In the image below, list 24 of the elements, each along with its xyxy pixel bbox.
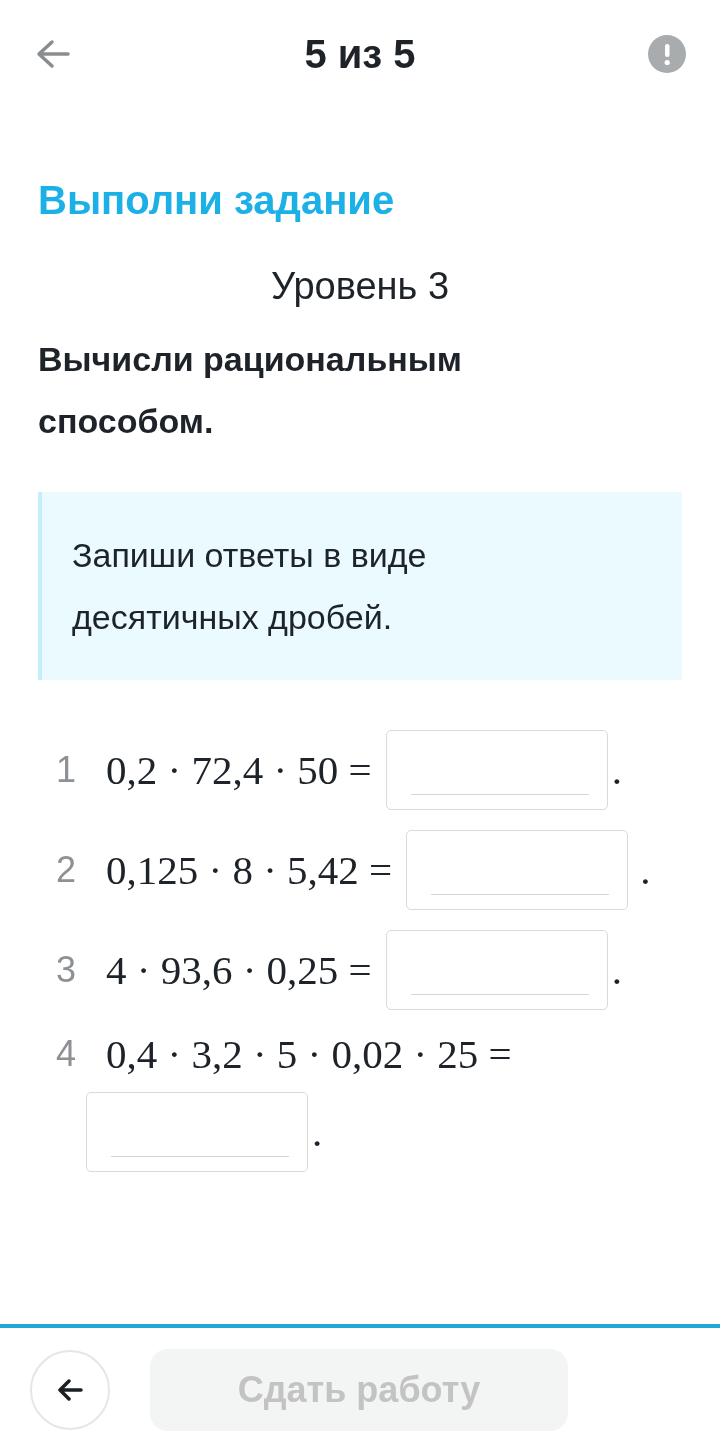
task-instruction: Вычисли рациональным способом.: [38, 339, 463, 442]
answer-box[interactable]: [86, 1092, 308, 1172]
arrow-left-icon: [36, 39, 70, 69]
problem-number: 2: [56, 849, 78, 891]
period-mark: .: [611, 946, 622, 994]
math-expression: 0,125 · 8 · 5,42 =: [106, 846, 393, 894]
answer-box[interactable]: [385, 730, 608, 810]
math-expression: 4 · 93,6 · 0,25 =: [106, 946, 372, 994]
page-title: 5 из 5: [304, 31, 416, 77]
problem-number: 3: [56, 949, 78, 991]
task-heading: Выполни задание: [38, 178, 396, 223]
period-mark: .: [611, 746, 622, 794]
period-mark: .: [640, 846, 651, 894]
arrow-left-icon: [57, 1379, 83, 1401]
problem-number: 4: [56, 1033, 78, 1075]
hint-text: Запиши ответы в виде десятичных дробей.: [72, 535, 428, 638]
math-expression: 0,2 · 72,4 · 50 =: [106, 746, 372, 794]
answer-box[interactable]: [385, 930, 608, 1010]
exclamation-icon[interactable]: [648, 35, 686, 73]
level-label: Уровень 3: [270, 265, 450, 308]
problem-number: 1: [56, 749, 78, 791]
period-mark: .: [312, 1108, 323, 1156]
answer-box[interactable]: [406, 830, 629, 910]
math-expression: 0,4 · 3,2 · 5 · 0,02 · 25 =: [106, 1030, 512, 1078]
